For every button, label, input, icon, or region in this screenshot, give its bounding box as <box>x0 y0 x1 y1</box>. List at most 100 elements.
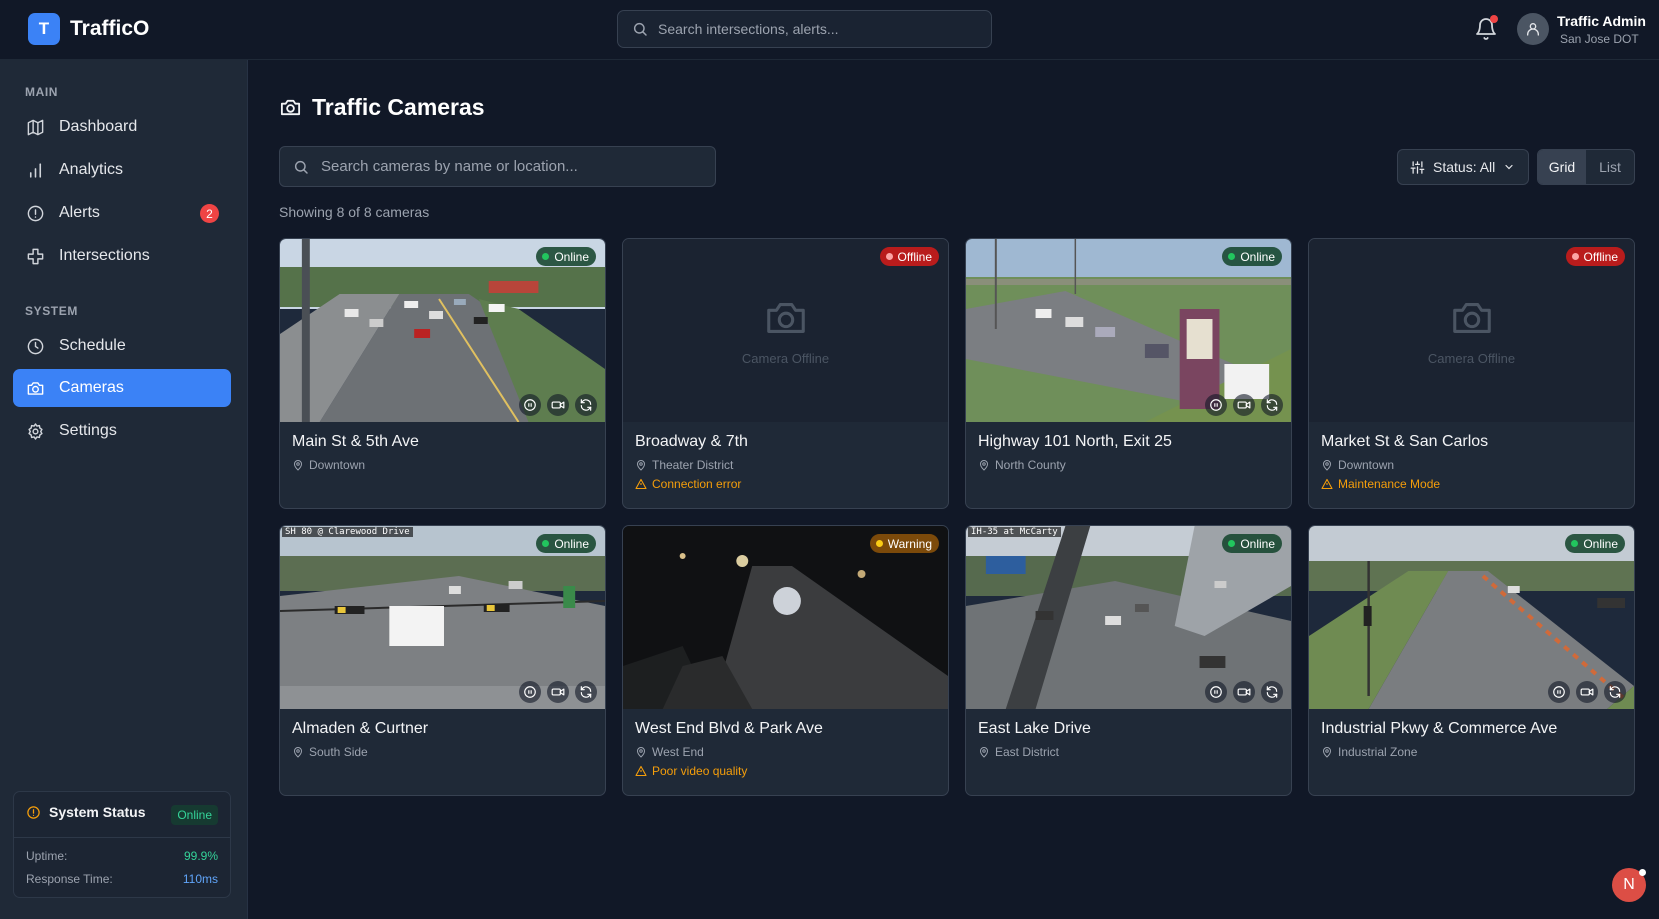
camera-grid: Online Main St & 5th Ave Downtown Camera… <box>279 238 1636 796</box>
warning-icon <box>635 765 647 777</box>
camera-name: Industrial Pkwy & Commerce Ave <box>1321 720 1558 737</box>
fab-indicator-dot <box>1639 869 1646 876</box>
camera-name: East Lake Drive <box>978 720 1091 737</box>
search-icon <box>633 22 647 36</box>
camera-location: West End <box>635 745 936 759</box>
camera-search[interactable] <box>279 146 716 187</box>
camera-card[interactable]: SH 80 @ Clarewood Drive Online Almaden &… <box>279 525 606 796</box>
camera-icon <box>1452 303 1491 333</box>
video-icon[interactable] <box>1233 681 1255 703</box>
camera-card[interactable]: Camera Offline Offline Broadway & 7th Th… <box>622 238 949 509</box>
camera-feed[interactable]: Online <box>966 239 1291 422</box>
camera-info: Broadway & 7th Theater District Connecti… <box>635 433 936 491</box>
status-dot <box>875 540 883 547</box>
status-dot <box>1228 253 1236 260</box>
sidebar-item-settings[interactable]: Settings <box>13 412 231 450</box>
status-dot <box>1228 540 1236 547</box>
camera-feed[interactable]: Online <box>280 239 605 422</box>
camera-feed[interactable]: IH-35 at McCarty Online <box>966 526 1291 709</box>
sidebar-item-dashboard[interactable]: Dashboard <box>13 108 231 146</box>
video-icon[interactable] <box>547 394 569 416</box>
camera-issue: Connection error <box>635 477 936 491</box>
sidebar-item-intersections[interactable]: Intersections <box>13 237 231 275</box>
video-icon[interactable] <box>1233 394 1255 416</box>
pause-icon[interactable] <box>519 394 541 416</box>
camera-issue: Maintenance Mode <box>1321 477 1622 491</box>
camera-card[interactable]: Camera Offline Offline Market St & San C… <box>1308 238 1635 509</box>
status-badge: Offline <box>879 247 939 266</box>
camera-location-label: Downtown <box>1338 458 1395 472</box>
sidebar-item-cameras[interactable]: Cameras <box>13 369 231 407</box>
camera-search-input[interactable] <box>321 158 701 175</box>
status-label: Online <box>554 536 589 551</box>
feed-controls <box>519 394 597 416</box>
pause-icon[interactable] <box>519 681 541 703</box>
camera-card[interactable]: Online Main St & 5th Ave Downtown <box>279 238 606 509</box>
feed-controls <box>519 681 597 703</box>
camera-issue-label: Connection error <box>652 477 742 491</box>
sidebar-item-analytics[interactable]: Analytics <box>13 151 231 189</box>
pause-icon[interactable] <box>1548 681 1570 703</box>
status-dot <box>1571 253 1579 260</box>
camera-feed[interactable]: Camera Offline Offline <box>623 239 948 422</box>
video-icon[interactable] <box>547 681 569 703</box>
camera-location: Downtown <box>292 458 593 472</box>
map-pin-icon <box>1322 747 1332 758</box>
camera-feed[interactable]: Warning <box>623 526 948 709</box>
camera-card[interactable]: Online Industrial Pkwy & Commerce Ave In… <box>1308 525 1635 796</box>
status-label: Offline <box>897 249 932 264</box>
refresh-icon[interactable] <box>1261 394 1283 416</box>
sidebar-section-system: SYSTEM <box>25 304 78 318</box>
camera-feed[interactable]: SH 80 @ Clarewood Drive Online <box>280 526 605 709</box>
pause-icon[interactable] <box>1205 681 1227 703</box>
warning-icon <box>1321 478 1333 490</box>
sidebar-item-alerts[interactable]: Alerts 2 <box>13 194 231 232</box>
camera-info: East Lake Drive East District <box>978 720 1279 759</box>
pause-icon[interactable] <box>1205 394 1227 416</box>
camera-issue-label: Maintenance Mode <box>1338 477 1441 491</box>
status-label: Offline <box>1583 249 1618 264</box>
status-badge: Online <box>171 805 218 825</box>
sidebar-item-label: Cameras <box>59 379 124 396</box>
camera-location: North County <box>978 458 1279 472</box>
status-filter-dropdown[interactable]: Status: All <box>1397 149 1529 185</box>
status-dot <box>542 540 550 547</box>
sidebar-item-schedule[interactable]: Schedule <box>13 327 231 365</box>
refresh-icon[interactable] <box>575 394 597 416</box>
status-badge: Online <box>536 247 596 266</box>
status-badge: Online <box>1565 534 1625 553</box>
refresh-icon[interactable] <box>1604 681 1626 703</box>
grid-view-button[interactable]: Grid <box>1538 150 1586 184</box>
list-view-button[interactable]: List <box>1586 150 1634 184</box>
refresh-icon[interactable] <box>575 681 597 703</box>
global-search[interactable] <box>617 10 992 48</box>
status-badge: Offline <box>1565 247 1625 266</box>
status-label: Online <box>1240 536 1275 551</box>
map-pin-icon <box>979 460 989 471</box>
sidebar-section-main: MAIN <box>25 85 59 99</box>
camera-location-label: Downtown <box>309 458 366 472</box>
refresh-icon[interactable] <box>1261 681 1283 703</box>
alerts-count-badge: 2 <box>200 204 219 223</box>
chevron-down-icon <box>1505 164 1513 170</box>
status-filter-label: Status: All <box>1433 159 1496 175</box>
response-time-value: 110ms <box>182 872 218 886</box>
brand[interactable]: T TrafficO <box>28 13 149 45</box>
offline-text: Camera Offline <box>1427 351 1516 366</box>
status-dot <box>885 253 893 260</box>
camera-card[interactable]: IH-35 at McCarty Online East Lake Drive … <box>965 525 1292 796</box>
global-search-input[interactable] <box>658 21 978 37</box>
camera-feed[interactable]: Online <box>1309 526 1634 709</box>
intersection-icon <box>27 248 44 264</box>
camera-card[interactable]: Online Highway 101 North, Exit 25 North … <box>965 238 1292 509</box>
system-status-card: System Status Online Uptime: 99.9% Respo… <box>13 791 231 898</box>
camera-location-label: Theater District <box>652 458 734 472</box>
camera-location: Theater District <box>635 458 936 472</box>
camera-card[interactable]: Warning West End Blvd & Park Ave West En… <box>622 525 949 796</box>
response-time-label: Response Time: <box>26 872 113 886</box>
avatar[interactable] <box>1517 13 1549 45</box>
status-label: Online <box>1583 536 1618 551</box>
video-icon[interactable] <box>1576 681 1598 703</box>
camera-feed[interactable]: Camera Offline Offline <box>1309 239 1634 422</box>
sidebar-item-label: Dashboard <box>59 118 138 135</box>
